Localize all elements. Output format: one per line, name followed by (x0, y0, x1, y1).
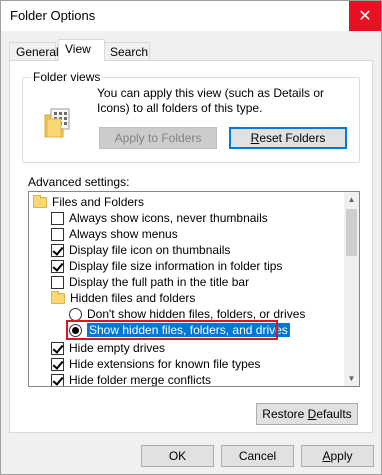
ok-label: OK (168, 449, 187, 463)
checkbox[interactable] (51, 227, 64, 241)
restore-prefix: Restore (262, 407, 308, 421)
folder-views-label: Folder views (31, 70, 103, 84)
apply-rest: pply (330, 449, 353, 463)
reset-folders-button[interactable]: Reset Folders (229, 127, 347, 149)
item-label: Hide extensions for known file types (69, 357, 261, 371)
tree-folder-files-and-folders: Files and Folders (33, 194, 144, 210)
list-item[interactable]: Display file icon on thumbnails (51, 242, 230, 258)
folder-views-icon (44, 108, 70, 138)
apply-to-folders-label: Apply to Folders (114, 131, 202, 145)
checkbox[interactable] (51, 243, 64, 257)
tab-search[interactable]: Search (103, 42, 150, 61)
folder-icon (33, 194, 47, 208)
apply-to-folders-button[interactable]: Apply to Folders (99, 127, 217, 149)
reset-rest: eset Folders (259, 131, 326, 145)
scroll-down-icon[interactable]: ▼ (344, 371, 359, 386)
highlight-box (66, 320, 278, 340)
list-item[interactable]: Hide empty drives (51, 340, 165, 356)
item-label: Display file icon on thumbnails (69, 243, 231, 257)
restore-rest: efaults (316, 407, 352, 421)
advanced-settings-list[interactable]: Files and Folders Always show icons, nev… (28, 191, 360, 387)
apply-accel: A (322, 449, 331, 463)
item-label: Display the full path in the title bar (69, 275, 250, 289)
item-label: Don't show hidden files, folders, or dri… (87, 307, 306, 321)
close-icon: ✕ (358, 8, 372, 25)
item-label: Hide folder merge conflicts (69, 373, 212, 387)
list-scrollbar[interactable]: ▲ ▼ (344, 192, 359, 386)
checkbox[interactable] (51, 373, 64, 386)
reset-folders-label: Reset Folders (251, 131, 326, 145)
tab-search-label: Search (110, 45, 149, 59)
checkbox[interactable] (51, 275, 64, 289)
ok-button[interactable]: OK (141, 445, 214, 467)
apply-label: Apply (322, 449, 352, 463)
title-bar: Folder Options ✕ (1, 1, 381, 31)
apply-button[interactable]: Apply (301, 445, 374, 467)
item-label: Always show menus (69, 227, 178, 241)
tree-label: Hidden files and folders (70, 291, 196, 305)
checkbox[interactable] (51, 259, 64, 273)
tab-strip: General View Search (9, 39, 373, 61)
view-tab-panel: Folder views You can apply this view (su… (9, 60, 373, 433)
restore-defaults-button[interactable]: Restore Defaults (256, 403, 358, 425)
window-title: Folder Options (10, 8, 96, 23)
advanced-settings-label: Advanced settings: (28, 175, 130, 189)
checkbox[interactable] (51, 357, 64, 371)
tab-view[interactable]: View (58, 39, 105, 61)
item-label: Display file size information in folder … (69, 259, 283, 273)
list-item[interactable]: Always show icons, never thumbnails (51, 210, 268, 226)
tree-folder-hidden-files: Hidden files and folders (51, 290, 195, 306)
close-button[interactable]: ✕ (349, 1, 381, 31)
list-item[interactable]: Hide extensions for known file types (51, 356, 260, 372)
tree-label: Files and Folders (52, 195, 145, 209)
list-item[interactable]: Display file size information in folder … (51, 258, 282, 274)
list-item[interactable]: Hide folder merge conflicts (51, 372, 212, 387)
list-item[interactable]: Display the full path in the title bar (51, 274, 249, 290)
list-item[interactable]: Always show menus (51, 226, 178, 242)
folder-views-group: Folder views You can apply this view (su… (22, 70, 360, 163)
folder-views-description: You can apply this view (such as Details… (97, 86, 325, 115)
cancel-label: Cancel (238, 449, 277, 463)
item-label: Always show icons, never thumbnails (69, 211, 268, 225)
checkbox[interactable] (51, 211, 64, 225)
reset-accel: R (250, 131, 260, 145)
tab-view-label: View (65, 42, 91, 56)
radio-button[interactable] (69, 307, 82, 321)
cancel-button[interactable]: Cancel (221, 445, 294, 467)
tab-general-label: General (16, 45, 59, 59)
restore-defaults-label: Restore Defaults (262, 407, 351, 421)
item-label: Hide empty drives (69, 341, 166, 355)
scroll-up-icon[interactable]: ▲ (344, 192, 359, 207)
tab-general[interactable]: General (9, 42, 59, 61)
folder-icon (51, 290, 65, 304)
scroll-thumb[interactable] (346, 209, 357, 256)
checkbox[interactable] (51, 341, 64, 355)
folder-options-window: Folder Options ✕ General View Search Fol… (0, 0, 382, 475)
